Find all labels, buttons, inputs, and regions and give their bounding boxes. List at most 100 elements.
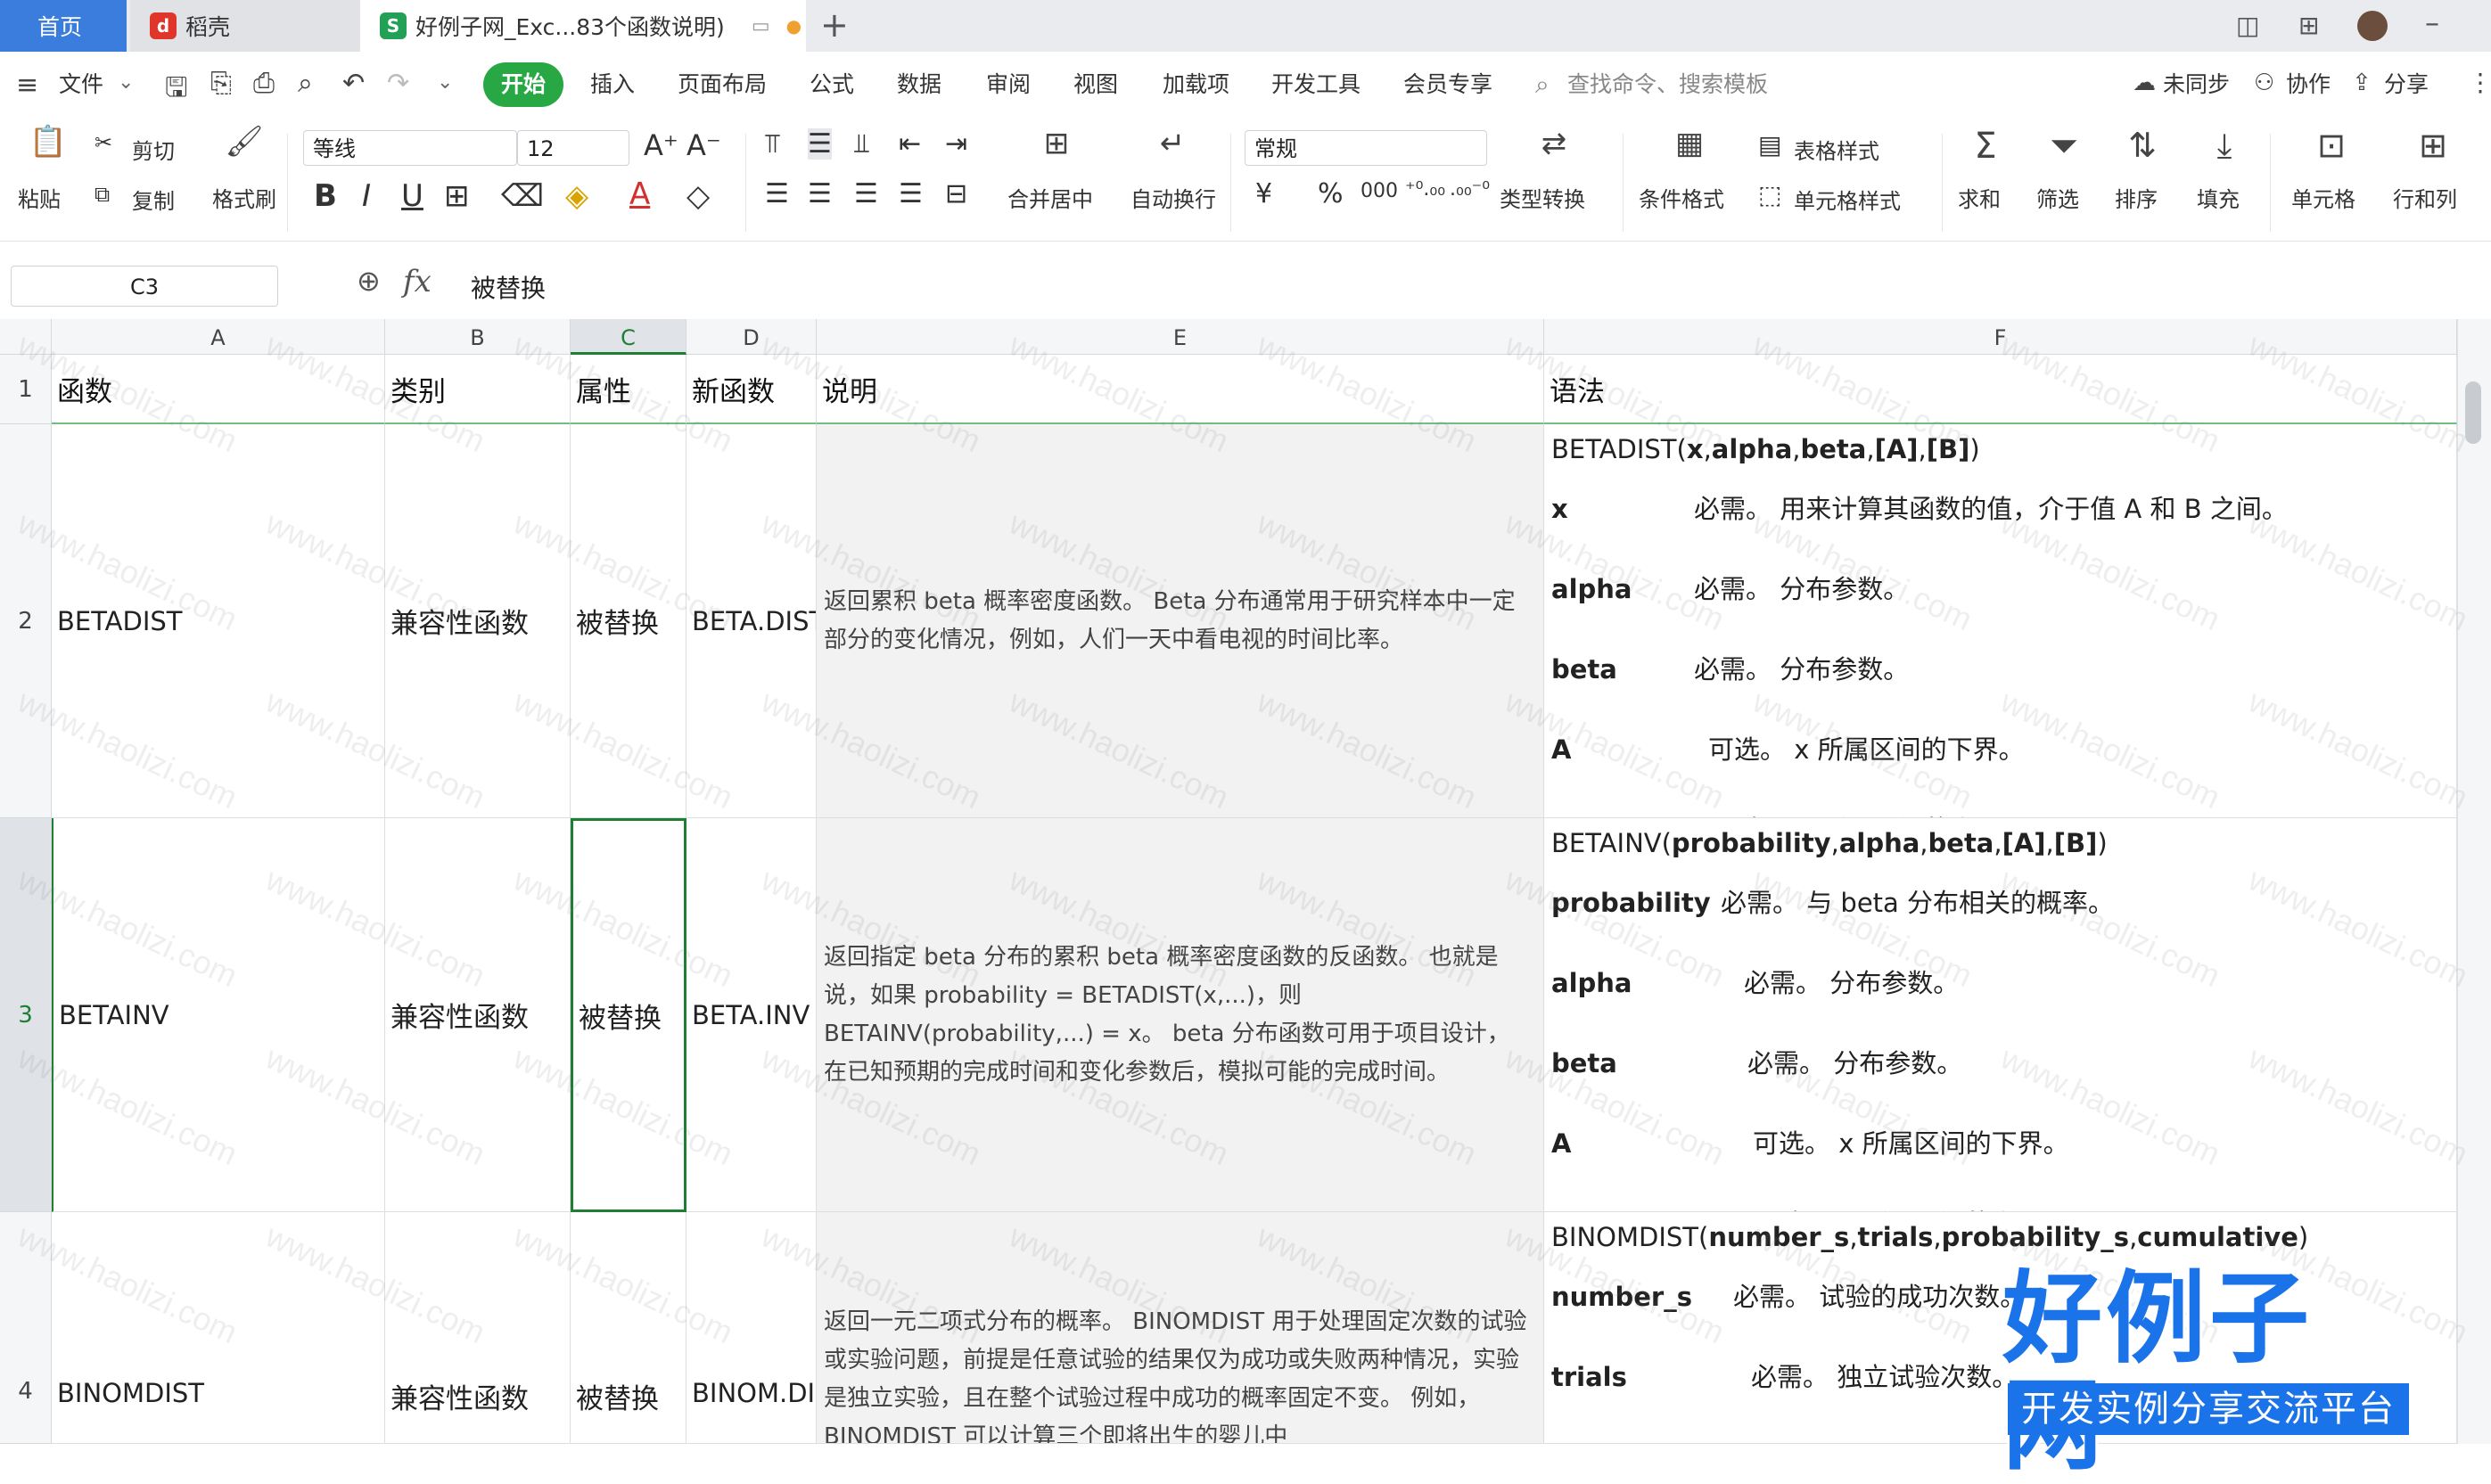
paste-button[interactable]: 粘贴	[18, 182, 61, 213]
wrap-text-icon[interactable]: ↵	[1150, 128, 1195, 159]
font-name-select[interactable]: 等线	[303, 130, 517, 166]
border-icon[interactable]: ⊞	[444, 178, 470, 214]
justify-icon[interactable]: ☰	[899, 178, 923, 209]
font-color-icon[interactable]: A	[629, 176, 650, 212]
cell-e3[interactable]: 返回指定 beta 分布的累积 beta 概率密度函数的反函数。 也就是说，如果…	[817, 818, 1544, 1212]
cell-e4[interactable]: 返回一元二项式分布的概率。 BINOMDIST 用于处理固定次数的试验或实验问题…	[817, 1212, 1544, 1444]
merge-center-button[interactable]: 合并居中	[1007, 182, 1093, 213]
menu-start[interactable]: 开始	[483, 62, 564, 107]
tab-home[interactable]: 首页	[0, 0, 127, 52]
type-convert-icon[interactable]: ⇄	[1532, 128, 1576, 159]
sort-icon[interactable]: ⇅	[2122, 128, 2163, 162]
avatar[interactable]	[2357, 11, 2388, 41]
cell-a3[interactable]: BETAINV	[52, 818, 385, 1212]
wrap-text-button[interactable]: 自动换行	[1130, 182, 1216, 213]
print-preview-icon[interactable]: ⌕	[298, 68, 313, 99]
sum-button[interactable]: 求和	[1958, 182, 2001, 213]
row-header-4[interactable]: 4	[0, 1212, 52, 1444]
cell-d2[interactable]: BETA.DIST	[686, 424, 817, 818]
sort-button[interactable]: 排序	[2115, 182, 2158, 213]
underline-icon[interactable]: U	[401, 178, 423, 214]
hamburger-icon[interactable]: ≡	[16, 70, 38, 101]
conditional-format-icon[interactable]: ▦	[1667, 128, 1712, 159]
number-format-select[interactable]: 常规	[1245, 130, 1487, 166]
align-center-icon[interactable]: ☰	[808, 178, 832, 209]
menu-review[interactable]: 审阅	[986, 62, 1031, 107]
fill-icon[interactable]: ⤓	[2204, 128, 2245, 162]
tab-daoke[interactable]: d 稻壳	[130, 0, 360, 52]
cell-a1[interactable]: 函数	[52, 355, 385, 424]
cell-d3[interactable]: BETA.INV	[686, 818, 817, 1212]
cut-button[interactable]: 剪切	[132, 134, 175, 165]
more-icon[interactable]: ⋮	[2468, 68, 2491, 97]
chevron-down-icon[interactable]: ⌄	[118, 71, 134, 94]
print-icon[interactable]: ⎙	[253, 68, 275, 99]
cell-button[interactable]: 单元格	[2291, 182, 2355, 213]
cell-style-icon[interactable]: ⬚	[1758, 180, 1781, 209]
cell-b4[interactable]: 兼容性函数	[385, 1212, 571, 1444]
merge-center-icon[interactable]: ⊞	[1034, 128, 1079, 159]
paste-icon[interactable]: 📋	[27, 127, 70, 157]
new-tab-icon[interactable]: +	[820, 5, 849, 45]
cell-e1[interactable]: 说明	[817, 355, 1544, 424]
search-command-input[interactable]: 查找命令、搜索模板	[1567, 62, 1768, 107]
column-header-b[interactable]: B	[385, 319, 571, 355]
column-header-c[interactable]: C	[571, 319, 686, 355]
row-header-3[interactable]: 3	[0, 818, 52, 1212]
column-header-f[interactable]: F	[1544, 319, 2457, 355]
cell-c2[interactable]: 被替换	[571, 424, 686, 818]
export-icon[interactable]: ⎘	[210, 68, 232, 99]
scrollbar-thumb[interactable]	[2465, 381, 2481, 444]
cell-f1[interactable]: 语法	[1544, 355, 2457, 424]
conditional-format-button[interactable]: 条件格式	[1639, 182, 1724, 213]
sum-icon[interactable]: Σ	[1965, 128, 2006, 164]
cell-b3[interactable]: 兼容性函数	[385, 818, 571, 1212]
fx-icon[interactable]: fx	[403, 264, 432, 299]
font-size-select[interactable]: 12	[517, 130, 629, 166]
indent-increase-icon[interactable]: ⇥	[945, 128, 967, 160]
indent-decrease-icon[interactable]: ⇤	[899, 128, 921, 160]
tab-document[interactable]: S 好例子网_Exc...83个函数说明) ▭ ●	[360, 0, 806, 52]
increase-font-icon[interactable]: A⁺	[644, 128, 678, 162]
menu-view[interactable]: 视图	[1073, 62, 1118, 107]
increase-decimal-icon[interactable]: ⁺⁰.₀₀	[1405, 178, 1445, 201]
align-middle-icon[interactable]: ☰	[808, 128, 832, 160]
formula-content[interactable]: 被替换	[471, 269, 546, 305]
quick-access-dropdown-icon[interactable]: ⌄	[437, 71, 453, 94]
align-bottom-icon[interactable]: ⫫	[854, 128, 869, 160]
table-style-icon[interactable]: ▤	[1758, 130, 1781, 160]
menu-developer[interactable]: 开发工具	[1271, 62, 1361, 107]
cell-c3-selected[interactable]: 被替换	[571, 818, 686, 1212]
bold-icon[interactable]: B	[314, 178, 337, 214]
cell-b1[interactable]: 类别	[385, 355, 571, 424]
vertical-scrollbar[interactable]	[2457, 319, 2491, 1444]
percent-button[interactable]: %	[1318, 178, 1344, 209]
fill-color-icon[interactable]: ◈	[565, 178, 588, 214]
row-col-button[interactable]: 行和列	[2393, 182, 2457, 213]
menu-member[interactable]: 会员专享	[1403, 62, 1492, 107]
column-header-d[interactable]: D	[686, 319, 817, 355]
cell-a4[interactable]: BINOMDIST	[52, 1212, 385, 1444]
collab-button[interactable]: 协作	[2286, 62, 2331, 107]
grid-apps-icon[interactable]: ⊞	[2298, 11, 2319, 40]
clear-format-icon[interactable]: ⌫	[501, 178, 544, 214]
cell-a2[interactable]: BETADIST	[52, 424, 385, 818]
monitor-icon[interactable]: ▭	[752, 15, 770, 37]
cell-d4[interactable]: BINOM.DI	[686, 1212, 817, 1444]
cell-e2[interactable]: 返回累积 beta 概率密度函数。 Beta 分布通常用于研究样本中一定部分的变…	[817, 424, 1544, 818]
cell-c4[interactable]: 被替换	[571, 1212, 686, 1444]
menu-addins[interactable]: 加载项	[1163, 62, 1229, 107]
menu-insert[interactable]: 插入	[590, 62, 635, 107]
format-painter-button[interactable]: 格式刷	[212, 182, 276, 213]
copy-button[interactable]: 复制	[132, 184, 175, 215]
align-right-icon[interactable]: ☰	[854, 178, 878, 209]
redo-icon[interactable]: ↷	[387, 68, 409, 99]
fill-button[interactable]: 填充	[2197, 182, 2240, 213]
align-left-icon[interactable]: ☰	[765, 178, 789, 209]
italic-icon[interactable]: I	[362, 178, 371, 214]
cell-c1[interactable]: 属性	[571, 355, 686, 424]
format-painter-icon[interactable]: 🖌	[223, 127, 266, 157]
menu-page-layout[interactable]: 页面布局	[678, 62, 767, 107]
distribute-icon[interactable]: ⊟	[945, 178, 967, 209]
undo-icon[interactable]: ↶	[342, 68, 365, 99]
